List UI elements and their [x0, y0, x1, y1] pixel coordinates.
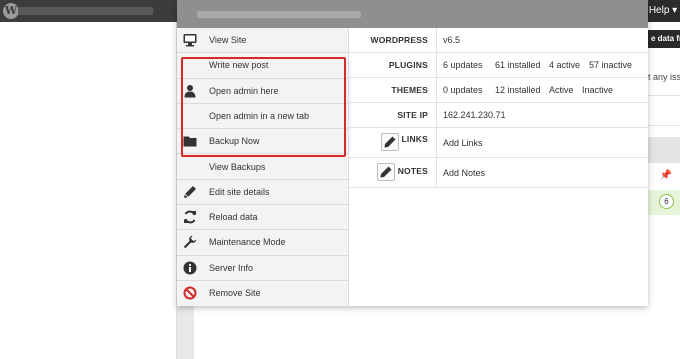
plugins-active[interactable]: 4 active — [549, 53, 580, 78]
menu-item-label: Maintenance Mode — [209, 237, 286, 248]
info-key: WORDPRESS — [370, 35, 428, 45]
site-actions-menu: View Site Write new post Open admin here… — [177, 28, 349, 306]
info-key: LINKS — [401, 134, 428, 144]
divider — [436, 103, 437, 128]
menu-item-label: View Site — [209, 35, 247, 45]
divider — [648, 95, 680, 96]
menu-item-backup-now[interactable]: Backup Now — [177, 129, 349, 155]
menu-item-open-admin-new-tab[interactable]: Open admin in a new tab — [177, 104, 349, 130]
menu-item-label: Remove Site — [209, 288, 261, 298]
folder-icon — [183, 134, 197, 148]
help-button[interactable]: Help ▾ — [646, 0, 680, 22]
divider — [436, 158, 437, 188]
monitor-icon — [183, 33, 197, 47]
menu-item-view-site[interactable]: View Site — [177, 28, 349, 54]
plugins-updates[interactable]: 6 updates — [443, 53, 483, 78]
info-icon — [183, 261, 197, 275]
sidebar — [0, 22, 177, 359]
info-row-site-ip: SITE IP 162.241.230.71 — [349, 103, 648, 128]
info-row-wordpress: WORDPRESS v6.5 — [349, 28, 648, 53]
info-key: PLUGINS — [388, 60, 428, 70]
sync-data-button[interactable]: e data fr — [648, 30, 680, 48]
user-icon — [183, 84, 197, 98]
site-actions-dropdown: View Site Write new post Open admin here… — [177, 0, 648, 306]
menu-item-server-info[interactable]: Server Info — [177, 256, 349, 281]
add-notes-link[interactable]: Add Notes — [443, 158, 485, 188]
pin-icon[interactable]: 📌 — [660, 170, 672, 181]
menu-item-reload-data[interactable]: Reload data — [177, 205, 349, 231]
plugins-installed[interactable]: 61 installed — [495, 53, 541, 78]
menu-item-label: Edit site details — [209, 186, 270, 197]
update-count-badge[interactable]: 6 — [659, 194, 674, 209]
info-key: NOTES — [397, 166, 428, 176]
info-row-plugins: PLUGINS 6 updates 61 installed 4 active … — [349, 53, 648, 78]
info-row-notes: NOTES Add Notes — [349, 158, 648, 188]
menu-item-view-backups[interactable]: View Backups — [177, 155, 349, 180]
plugins-inactive[interactable]: 57 inactive — [589, 53, 632, 78]
blurred-site-name — [18, 7, 153, 15]
themes-inactive[interactable]: Inactive — [582, 78, 613, 103]
menu-item-open-admin-here[interactable]: Open admin here — [177, 79, 349, 104]
menu-item-edit-site-details[interactable]: Edit site details — [177, 180, 349, 206]
themes-installed[interactable]: 12 installed — [495, 78, 541, 103]
table-header — [648, 137, 680, 163]
site-info-panel: WORDPRESS v6.5 PLUGINS 6 updates 61 inst… — [349, 28, 648, 306]
blurred-site-url — [197, 11, 361, 18]
site-ip-value: 162.241.230.71 — [443, 110, 506, 120]
wrench-icon — [183, 235, 197, 249]
divider — [436, 53, 437, 78]
divider — [648, 125, 680, 126]
divider — [436, 28, 437, 53]
info-key: THEMES — [391, 85, 428, 95]
menu-item-label: Server Info — [209, 262, 254, 273]
wordpress-version: v6.5 — [443, 35, 461, 45]
wordpress-logo-icon[interactable]: W — [3, 3, 19, 19]
pencil-icon — [183, 185, 197, 199]
add-links-link[interactable]: Add Links — [443, 128, 483, 158]
ban-icon — [183, 286, 197, 300]
info-row-themes: THEMES 0 updates 12 installed Active Ina… — [349, 78, 648, 103]
refresh-icon — [183, 210, 197, 224]
menu-item-label: Backup Now — [209, 136, 260, 147]
menu-item-label: Write new post — [209, 60, 269, 71]
dropdown-header — [177, 0, 648, 28]
menu-item-label: Open admin in a new tab — [209, 110, 310, 121]
menu-item-label: Open admin here — [209, 85, 279, 96]
menu-item-remove-site[interactable]: Remove Site — [177, 281, 349, 306]
notice-text: t any iss — [648, 72, 680, 82]
themes-updates[interactable]: 0 updates — [443, 78, 483, 103]
menu-item-label: View Backups — [209, 161, 266, 172]
themes-active[interactable]: Active — [549, 78, 574, 103]
menu-item-label: Reload data — [209, 212, 258, 223]
divider — [436, 78, 437, 103]
info-row-links: LINKS Add Links — [349, 128, 648, 158]
divider — [436, 128, 437, 158]
menu-item-write-new-post[interactable]: Write new post — [177, 53, 349, 79]
info-key: SITE IP — [397, 110, 428, 120]
menu-item-maintenance-mode[interactable]: Maintenance Mode — [177, 230, 349, 256]
